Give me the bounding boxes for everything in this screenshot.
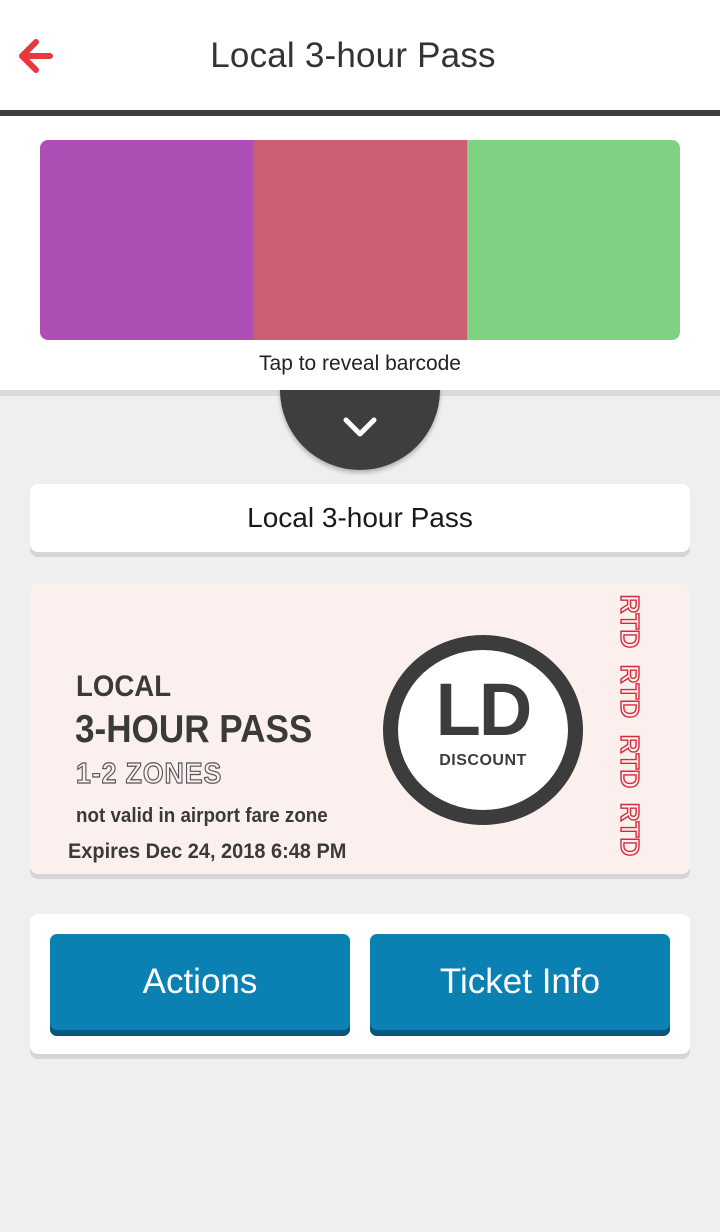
rtd-logo: RTD bbox=[615, 594, 646, 649]
ticket-restriction: not valid in airport fare zone bbox=[76, 805, 328, 827]
badge-code: LD bbox=[435, 668, 533, 751]
app-header: Local 3-hour Pass bbox=[0, 0, 720, 110]
barcode-panel: Tap to reveal barcode bbox=[0, 116, 720, 390]
color-segment-1 bbox=[40, 140, 254, 340]
badge-label: DISCOUNT bbox=[439, 752, 527, 769]
color-segment-3 bbox=[466, 140, 680, 340]
actions-card: Actions Ticket Info bbox=[30, 914, 690, 1054]
pass-name-card: Local 3-hour Pass bbox=[30, 484, 690, 552]
ticket-info-button[interactable]: Ticket Info bbox=[370, 934, 670, 1036]
rtd-logo: RTD bbox=[615, 664, 646, 719]
color-segment-2 bbox=[253, 140, 467, 340]
discount-badge: LD DISCOUNT bbox=[383, 635, 583, 825]
ticket-pass-name: 3-HOUR PASS bbox=[75, 708, 313, 751]
ticket-expiration: Expires Dec 24, 2018 6:48 PM bbox=[68, 840, 347, 863]
ticket-zones: 1-2 ZONES bbox=[75, 757, 223, 790]
reveal-barcode-label[interactable]: Tap to reveal barcode bbox=[0, 352, 720, 376]
page-title: Local 3-hour Pass bbox=[210, 36, 496, 75]
rtd-logo: RTD bbox=[615, 734, 646, 789]
pass-name: Local 3-hour Pass bbox=[247, 502, 473, 533]
ticket-card: LOCAL 3-HOUR PASS 1-2 ZONES not valid in… bbox=[30, 584, 690, 874]
ticket-type-line: LOCAL bbox=[76, 670, 172, 703]
chevron-down-icon bbox=[343, 417, 377, 437]
barcode-color-bar[interactable] bbox=[40, 140, 680, 340]
rtd-watermark: RTD RTD RTD RTD bbox=[605, 594, 655, 862]
rtd-logo: RTD bbox=[615, 802, 646, 857]
actions-button[interactable]: Actions bbox=[50, 934, 350, 1036]
